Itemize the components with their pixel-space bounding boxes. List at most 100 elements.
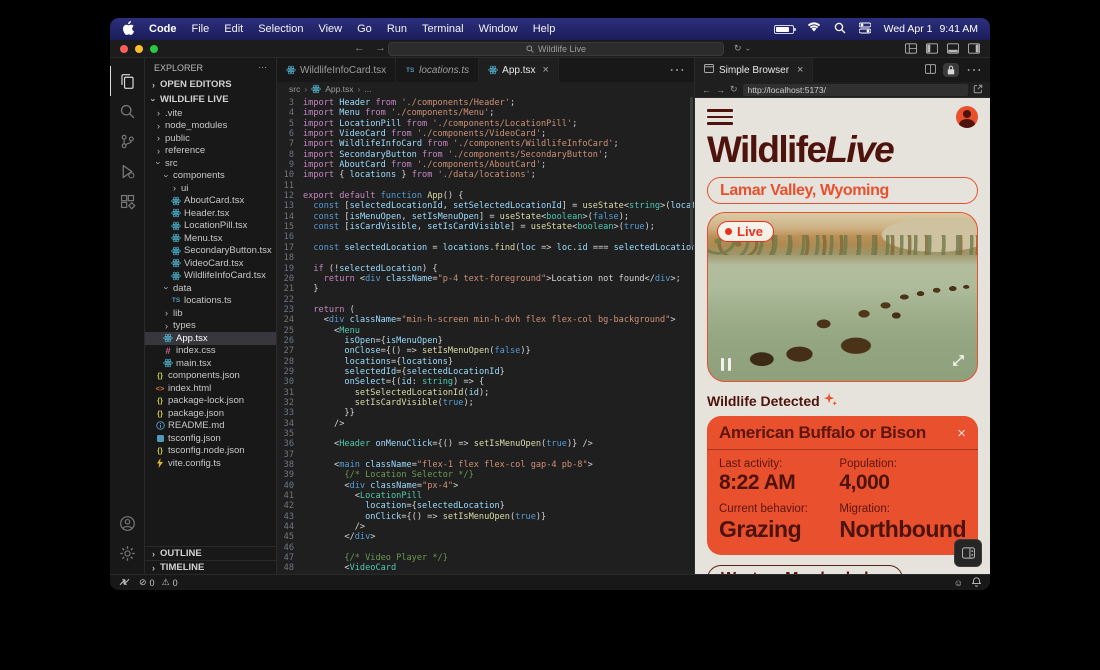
- wifi-icon[interactable]: [807, 22, 821, 36]
- tree-item-index.css[interactable]: #index.css: [145, 345, 276, 358]
- explorer-more-icon[interactable]: ⋯: [258, 62, 267, 73]
- explorer-icon[interactable]: [110, 66, 145, 96]
- hamburger-menu-icon[interactable]: [707, 109, 733, 125]
- editor-more-actions-icon[interactable]: ⋯: [660, 58, 694, 82]
- customize-layout-icon[interactable]: [905, 43, 917, 54]
- toggle-panel-icon[interactable]: [947, 43, 959, 54]
- location-pill[interactable]: Lamar Valley, Wyoming: [707, 177, 978, 204]
- lock-icon[interactable]: [943, 63, 959, 77]
- close-tab-icon[interactable]: ×: [797, 64, 803, 76]
- tree-item-package.json[interactable]: {}package.json: [145, 407, 276, 420]
- tab-App.tsx[interactable]: App.tsx×: [479, 58, 559, 82]
- tree-item-main.tsx[interactable]: main.tsx: [145, 357, 276, 370]
- tree-item-README.md[interactable]: README.md: [145, 420, 276, 433]
- toggle-primary-sidebar-icon[interactable]: [926, 43, 938, 54]
- tree-item-tsconfig.node.json[interactable]: {}tsconfig.node.json: [145, 445, 276, 458]
- menubar-item-file[interactable]: File: [192, 23, 210, 35]
- tree-item-src[interactable]: ›src: [145, 157, 276, 170]
- settings-gear-icon[interactable]: [110, 538, 145, 568]
- minimize-window-button[interactable]: [135, 45, 143, 53]
- sync-dropdown-icon[interactable]: ↻ ›: [734, 43, 751, 54]
- expand-icon[interactable]: [952, 354, 965, 372]
- menubar-item-view[interactable]: View: [318, 23, 342, 35]
- western-meadowlark-button[interactable]: Western Meadowlark +: [707, 565, 903, 574]
- problems-indicator[interactable]: ⊘0 ⚠0: [139, 577, 178, 588]
- menubar-clock[interactable]: Wed Apr 19:41 AM: [884, 23, 978, 35]
- open-editors-section[interactable]: ›OPEN EDITORS: [145, 77, 276, 92]
- tree-item-locations.ts[interactable]: TSlocations.ts: [145, 295, 276, 308]
- tree-item-data[interactable]: ›data: [145, 282, 276, 295]
- tree-item-VideoCard.tsx[interactable]: VideoCard.tsx: [145, 257, 276, 270]
- maximize-window-button[interactable]: [150, 45, 158, 53]
- breadcrumb-item[interactable]: src: [289, 84, 300, 94]
- tree-item-index.html[interactable]: <>index.html: [145, 382, 276, 395]
- history-back-button[interactable]: ←: [354, 42, 365, 54]
- tree-item-.vite[interactable]: ›.vite: [145, 107, 276, 120]
- split-editor-icon[interactable]: [925, 61, 936, 79]
- accounts-icon[interactable]: [110, 508, 145, 538]
- code-editor[interactable]: 3import Header from './components/Header…: [277, 95, 694, 574]
- spotlight-search-icon[interactable]: [834, 22, 846, 37]
- outline-section[interactable]: ›OUTLINE: [145, 546, 276, 560]
- timeline-section[interactable]: ›TIMELINE: [145, 560, 276, 574]
- tree-item-ui[interactable]: ›ui: [145, 182, 276, 195]
- history-forward-button[interactable]: →: [375, 42, 386, 54]
- tree-item-types[interactable]: ›types: [145, 320, 276, 333]
- browser-more-actions-icon[interactable]: ⋯: [966, 60, 982, 80]
- url-input[interactable]: [743, 84, 968, 96]
- tree-item-WildlifeInfoCard.tsx[interactable]: WildlifeInfoCard.tsx: [145, 270, 276, 283]
- toggle-secondary-sidebar-icon[interactable]: [968, 43, 980, 54]
- tab-WildlifeInfoCard.tsx[interactable]: WildlifeInfoCard.tsx: [277, 58, 396, 82]
- breadcrumb-item[interactable]: App.tsx: [325, 84, 353, 94]
- control-center-icon[interactable]: [859, 22, 871, 37]
- tree-item-public[interactable]: ›public: [145, 132, 276, 145]
- run-debug-icon[interactable]: [110, 156, 145, 186]
- live-video-card[interactable]: Live: [707, 212, 978, 382]
- remote-indicator-icon[interactable]: [119, 577, 130, 589]
- tree-item-reference[interactable]: ›reference: [145, 145, 276, 158]
- browser-back-icon[interactable]: ←: [702, 85, 711, 95]
- pause-icon[interactable]: [721, 358, 731, 371]
- browser-reload-icon[interactable]: ↻: [730, 84, 738, 95]
- tree-item-tsconfig.json[interactable]: tsconfig.json: [145, 432, 276, 445]
- menubar-item-help[interactable]: Help: [533, 23, 556, 35]
- tree-item-components.json[interactable]: {}components.json: [145, 370, 276, 383]
- menubar-item-window[interactable]: Window: [479, 23, 518, 35]
- extensions-icon[interactable]: [110, 186, 145, 216]
- floating-layout-button[interactable]: [954, 539, 982, 567]
- breadcrumb-item[interactable]: ...: [364, 84, 371, 94]
- menubar-item-terminal[interactable]: Terminal: [422, 23, 464, 35]
- tree-item-vite.config.ts[interactable]: vite.config.ts: [145, 457, 276, 470]
- breadcrumb[interactable]: src›App.tsx›...: [277, 82, 694, 95]
- simple-browser-tab[interactable]: Simple Browser ×: [695, 58, 813, 82]
- open-external-icon[interactable]: [973, 84, 983, 96]
- menubar-item-run[interactable]: Run: [387, 23, 407, 35]
- tab-locations.ts[interactable]: TSlocations.ts: [396, 58, 479, 82]
- command-center-search[interactable]: Wildlife Live: [388, 42, 724, 56]
- tree-item-AboutCard.tsx[interactable]: AboutCard.tsx: [145, 195, 276, 208]
- tree-item-components[interactable]: ›components: [145, 170, 276, 183]
- source-control-icon[interactable]: [110, 126, 145, 156]
- card-close-icon[interactable]: ×: [957, 425, 966, 442]
- browser-forward-icon[interactable]: →: [716, 85, 725, 95]
- tree-item-node_modules[interactable]: ›node_modules: [145, 120, 276, 133]
- tree-item-LocationPill.tsx[interactable]: LocationPill.tsx: [145, 220, 276, 233]
- menubar-app-name[interactable]: Code: [149, 23, 177, 35]
- tree-item-SecondaryButton.tsx[interactable]: SecondaryButton.tsx: [145, 245, 276, 258]
- feedback-smiley-icon[interactable]: ☺: [954, 578, 963, 588]
- tree-item-Menu.tsx[interactable]: Menu.tsx: [145, 232, 276, 245]
- tree-item-lib[interactable]: ›lib: [145, 307, 276, 320]
- apple-logo-icon[interactable]: [122, 21, 134, 38]
- close-tab-icon[interactable]: ×: [543, 64, 549, 76]
- menubar-item-selection[interactable]: Selection: [258, 23, 303, 35]
- avatar[interactable]: [956, 106, 978, 128]
- project-root-row[interactable]: ›WILDLIFE LIVE: [145, 92, 276, 107]
- tree-item-Header.tsx[interactable]: Header.tsx: [145, 207, 276, 220]
- search-view-icon[interactable]: [110, 96, 145, 126]
- battery-icon[interactable]: [774, 25, 794, 34]
- notifications-bell-icon[interactable]: [972, 577, 981, 589]
- menubar-item-go[interactable]: Go: [357, 23, 372, 35]
- tree-item-App.tsx[interactable]: App.tsx: [145, 332, 276, 345]
- tree-item-package-lock.json[interactable]: {}package-lock.json: [145, 395, 276, 408]
- menubar-item-edit[interactable]: Edit: [224, 23, 243, 35]
